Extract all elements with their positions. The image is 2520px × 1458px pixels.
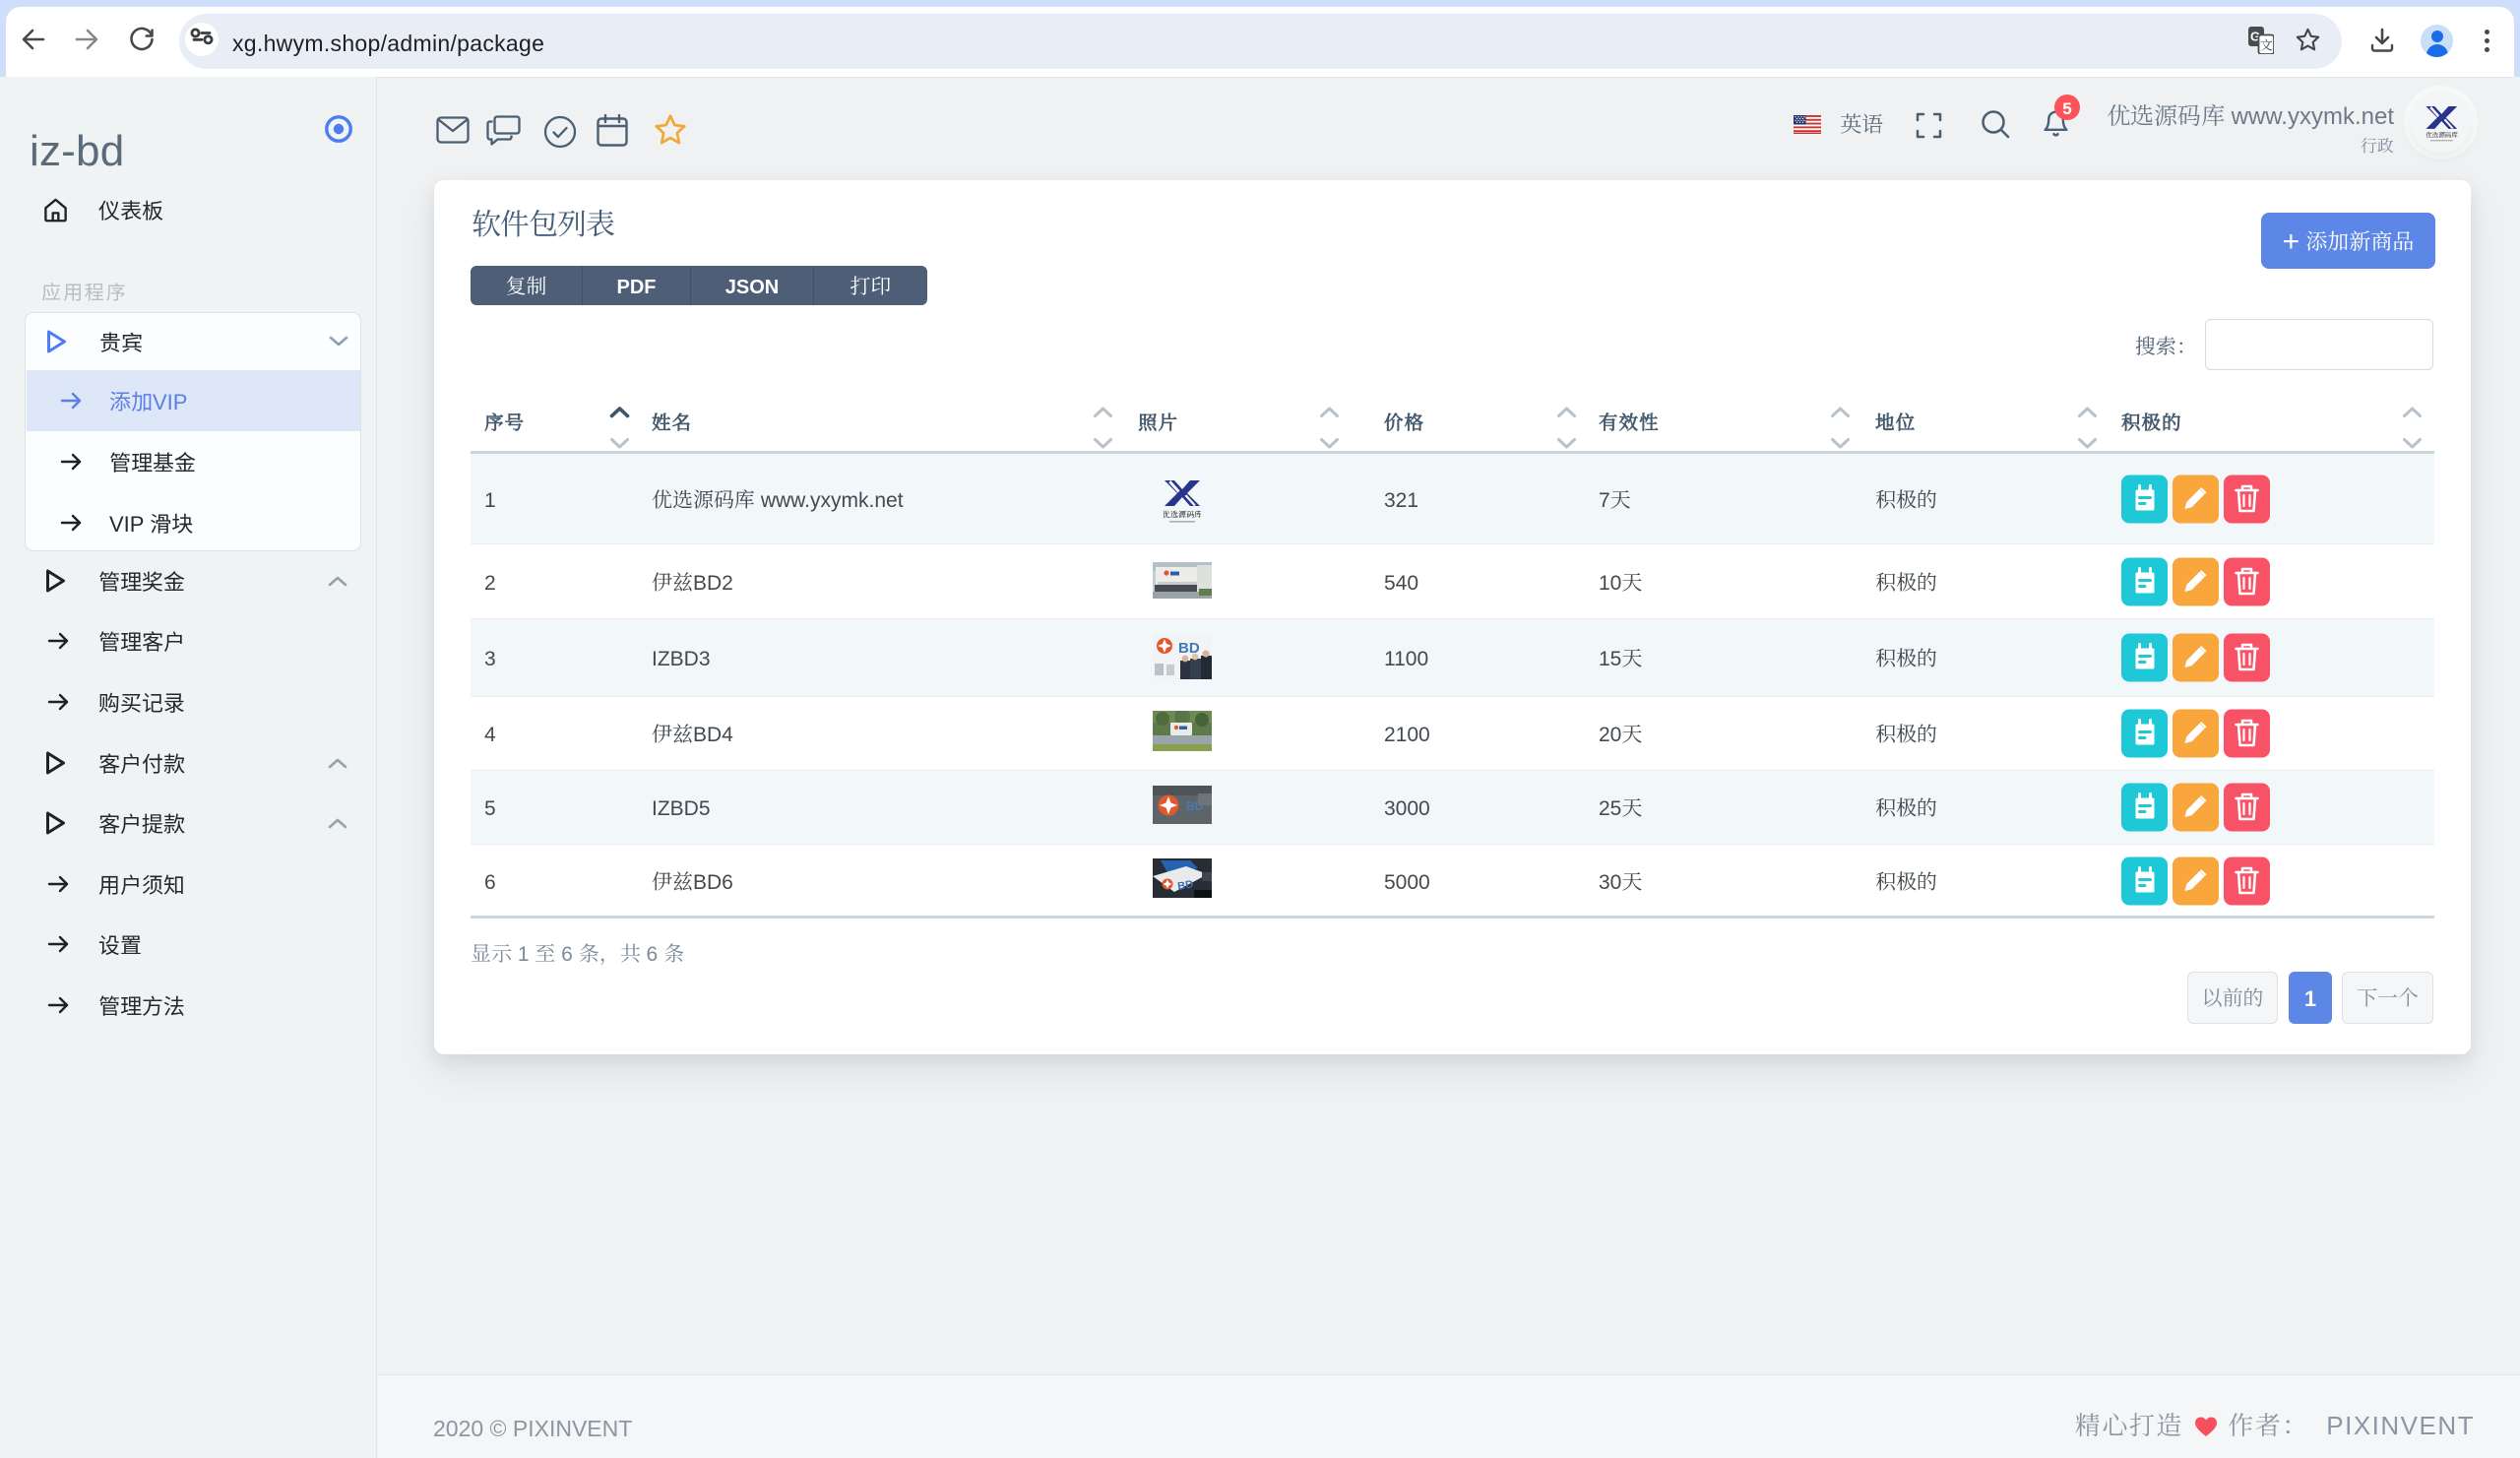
svg-text:优选源码库: 优选源码库 <box>1164 510 1201 521</box>
svg-text:优选源码库: 优选源码库 <box>2426 130 2458 140</box>
svg-text:文: 文 <box>2260 35 2273 54</box>
